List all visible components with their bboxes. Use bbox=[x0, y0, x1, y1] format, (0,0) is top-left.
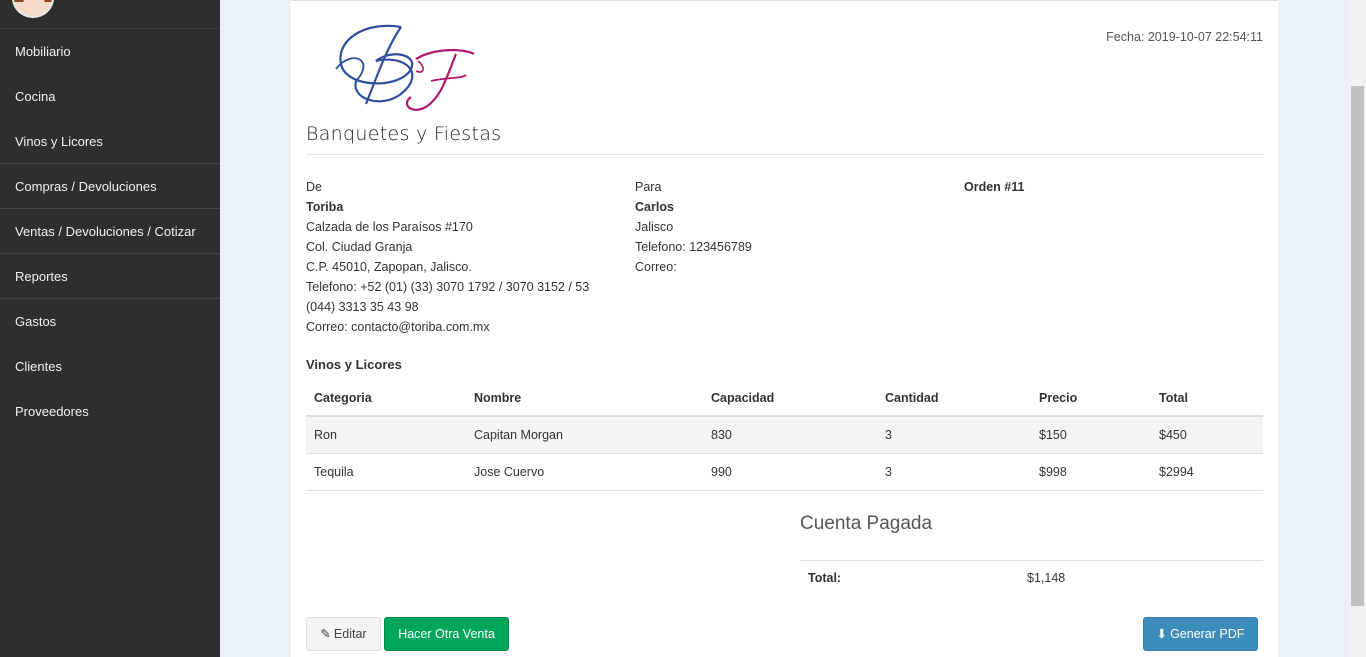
bf-monogram-icon bbox=[335, 24, 475, 111]
pencil-icon: ✎ bbox=[320, 627, 331, 641]
invoice-page: Banquetes y Fiestas Fecha: 2019-10-07 22… bbox=[291, 0, 1278, 657]
from-name: Toriba bbox=[306, 200, 344, 214]
section-title: Vinos y Licores bbox=[306, 357, 402, 372]
sidebar-nav: Mobiliario Cocina Vinos y Licores Compra… bbox=[0, 28, 220, 434]
download-icon: ⬇ bbox=[1156, 627, 1168, 641]
items-table: Categoria Nombre Capacidad Cantidad Prec… bbox=[306, 381, 1263, 491]
new-sale-button[interactable]: Hacer Otra Venta bbox=[384, 617, 509, 651]
table-row: Tequila Jose Cuervo 990 3 $998 $2994 bbox=[306, 453, 1263, 491]
table-cell: 830 bbox=[703, 416, 877, 454]
to-name: Carlos bbox=[635, 200, 674, 214]
edit-button[interactable]: ✎ Editar bbox=[306, 617, 381, 651]
from-email: Correo: contacto@toriba.com.mx bbox=[306, 320, 490, 334]
generate-pdf-button[interactable]: ⬇ Generar PDF bbox=[1143, 617, 1258, 651]
column-header: Nombre bbox=[466, 381, 703, 417]
total-value: $1,148 bbox=[1027, 571, 1066, 585]
table-cell: 3 bbox=[877, 453, 1031, 491]
table-cell: $2994 bbox=[1151, 453, 1263, 491]
table-cell: 990 bbox=[703, 453, 877, 491]
new-sale-button-label: Hacer Otra Venta bbox=[398, 627, 495, 641]
table-cell: Jose Cuervo bbox=[466, 453, 703, 491]
table-header-row: Categoria Nombre Capacidad Cantidad Prec… bbox=[306, 381, 1263, 417]
from-line: Calzada de los Paraísos #170 bbox=[306, 220, 473, 234]
order-number: Orden #11 bbox=[964, 180, 1025, 194]
pdf-button-label: Generar PDF bbox=[1170, 627, 1245, 641]
column-header: Categoria bbox=[306, 381, 466, 417]
from-phone-2: (044) 3313 35 43 98 bbox=[306, 300, 419, 314]
from-line: C.P. 45010, Zapopan, Jalisco. bbox=[306, 260, 472, 274]
table-cell: $150 bbox=[1031, 416, 1151, 454]
sidebar-item-reportes[interactable]: Reportes bbox=[0, 254, 220, 299]
table-cell: $998 bbox=[1031, 453, 1151, 491]
scrollbar-thumb[interactable] bbox=[1351, 86, 1364, 606]
column-header: Cantidad bbox=[877, 381, 1031, 417]
sidebar-item-gastos[interactable]: Gastos bbox=[0, 299, 220, 344]
sidebar-item-mobiliario[interactable]: Mobiliario bbox=[0, 29, 220, 74]
page-scrollbar[interactable] bbox=[1349, 0, 1366, 657]
to-address: Para Carlos Jalisco Telefono: 123456789 … bbox=[635, 177, 935, 277]
logo-text: Banquetes y Fiestas bbox=[306, 123, 502, 145]
column-header: Total bbox=[1151, 381, 1263, 417]
column-header: Capacidad bbox=[703, 381, 877, 417]
edit-button-label: Editar bbox=[333, 627, 367, 641]
table-row: Ron Capitan Morgan 830 3 $150 $450 bbox=[306, 416, 1263, 454]
table-cell: $450 bbox=[1151, 416, 1263, 454]
sidebar-item-ventas[interactable]: Ventas / Devoluciones / Cotizar bbox=[0, 209, 220, 254]
sidebar-item-cocina[interactable]: Cocina bbox=[0, 74, 220, 119]
table-cell: Ron bbox=[306, 416, 466, 454]
from-line: Col. Ciudad Granja bbox=[306, 240, 413, 254]
sidebar-item-proveedores[interactable]: Proveedores bbox=[0, 389, 220, 434]
to-email: Correo: bbox=[635, 260, 677, 274]
column-header: Precio bbox=[1031, 381, 1151, 417]
to-phone: Telefono: 123456789 bbox=[635, 240, 752, 254]
table-cell: Capitan Morgan bbox=[466, 416, 703, 454]
sidebar-item-clientes[interactable]: Clientes bbox=[0, 344, 220, 389]
from-heading: De bbox=[306, 180, 322, 194]
from-phone: Telefono: +52 (01) (33) 3070 1792 / 3070… bbox=[306, 280, 590, 294]
to-line: Jalisco bbox=[635, 220, 674, 234]
to-heading: Para bbox=[635, 180, 662, 194]
divider bbox=[306, 154, 1263, 155]
invoice-date: Fecha: 2019-10-07 22:54:11 bbox=[1106, 30, 1263, 44]
divider bbox=[800, 560, 1263, 561]
sidebar-item-vinos-licores[interactable]: Vinos y Licores bbox=[0, 119, 220, 164]
total-label: Total: bbox=[808, 571, 842, 585]
payment-status: Cuenta Pagada bbox=[800, 513, 933, 534]
sidebar-item-compras[interactable]: Compras / Devoluciones bbox=[0, 164, 220, 209]
user-avatar[interactable] bbox=[12, 0, 54, 18]
from-address: De Toriba Calzada de los Paraísos #170 C… bbox=[306, 177, 606, 337]
sidebar: Mobiliario Cocina Vinos y Licores Compra… bbox=[0, 0, 220, 657]
table-cell: 3 bbox=[877, 416, 1031, 454]
table-cell: Tequila bbox=[306, 453, 466, 491]
company-logo: Banquetes y Fiestas bbox=[306, 19, 511, 149]
